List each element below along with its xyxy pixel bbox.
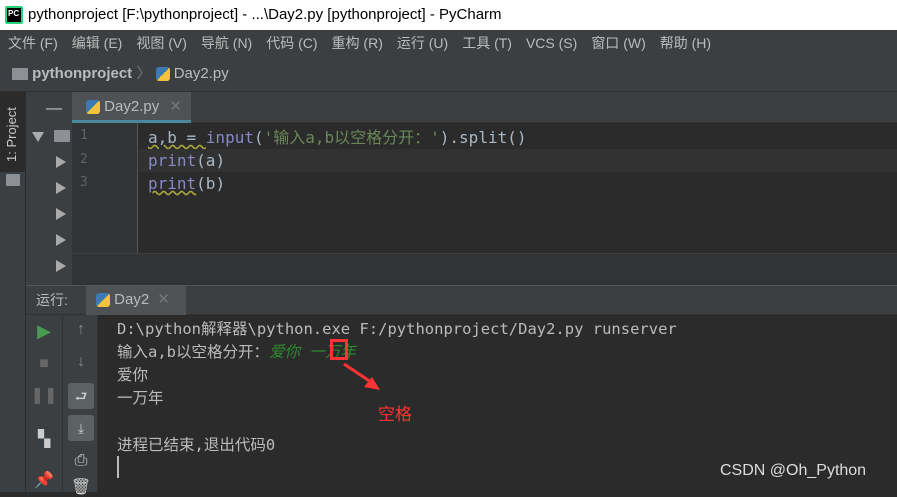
expand-arrow-icon[interactable]	[32, 132, 44, 142]
pycharm-logo-icon: PC	[5, 6, 23, 24]
code-line-1: a,b = input('输入a,b以空格分开：').split()	[148, 128, 527, 147]
folder-icon	[12, 68, 28, 81]
project-panel: —	[26, 92, 72, 285]
menu-tools[interactable]: 工具 (T)	[462, 30, 512, 57]
menu-refactor[interactable]: 重构 (R)	[332, 30, 383, 57]
menu-bar: 文件 (F) 编辑 (E) 视图 (V) 导航 (N) 代码 (C) 重构 (R…	[0, 30, 897, 57]
breadcrumb-file[interactable]: Day2.py	[174, 65, 229, 82]
editor-bottom	[72, 253, 897, 285]
tree-arrow-icon[interactable]	[56, 260, 66, 272]
code-line-2: print(a)	[148, 151, 226, 170]
menu-window[interactable]: 窗口 (W)	[591, 30, 645, 57]
tab-day2-py[interactable]: Day2.py ✕	[72, 92, 191, 123]
console-prompt-line: 输入a,b以空格分开：爱你 一万年	[117, 343, 356, 361]
console-exit-message: 进程已结束,退出代码0	[117, 436, 276, 454]
stop-icon[interactable]: ■	[26, 355, 62, 373]
menu-navigate[interactable]: 导航 (N)	[201, 30, 252, 57]
project-tool-button[interactable]: 1: Project	[0, 92, 26, 186]
down-arrow-icon[interactable]: ↓	[63, 353, 99, 371]
breadcrumb-project[interactable]: pythonproject	[32, 65, 132, 82]
trash-icon[interactable]: 🗑	[63, 477, 99, 497]
menu-vcs[interactable]: VCS (S)	[526, 30, 577, 57]
menu-help[interactable]: 帮助 (H)	[660, 30, 711, 57]
menu-view[interactable]: 视图 (V)	[136, 30, 187, 57]
line-number: 2	[80, 152, 88, 167]
annotation-arrow-icon	[343, 362, 380, 390]
code-editor[interactable]: a,b = input('输入a,b以空格分开：').split()	[139, 123, 897, 253]
breadcrumb: pythonproject 〉 Day2.py	[0, 57, 897, 92]
close-icon[interactable]: ✕	[157, 291, 170, 308]
run-toolbar-right: ↑ ↓ ⮐ ⤓ ⎙ 🗑	[62, 315, 99, 496]
python-file-icon	[86, 100, 100, 115]
tree-arrow-icon[interactable]	[56, 182, 66, 194]
run-tab-day2[interactable]: Day2 ✕	[86, 286, 186, 315]
console-output: 一万年	[117, 389, 164, 407]
annotation-box	[330, 339, 348, 360]
print-icon[interactable]: ⎙	[63, 452, 99, 470]
console-command: D:\python解释器\python.exe F:/pythonproject…	[117, 320, 677, 338]
menu-edit[interactable]: 编辑 (E)	[72, 30, 123, 57]
line-number: 1	[80, 128, 88, 143]
tree-arrow-icon[interactable]	[56, 156, 66, 168]
watermark: CSDN @Oh_Python	[720, 462, 867, 479]
layout-icon[interactable]: ▚	[26, 429, 62, 449]
pause-icon[interactable]: ❚❚	[26, 385, 62, 405]
folder-icon	[54, 130, 70, 142]
menu-file[interactable]: 文件 (F)	[8, 30, 58, 57]
tree-arrow-icon[interactable]	[56, 234, 66, 246]
close-icon[interactable]: ✕	[169, 98, 182, 115]
run-label: 运行:	[36, 292, 68, 308]
line-gutter: 1 2 3	[72, 123, 138, 253]
tree-arrow-icon[interactable]	[56, 208, 66, 220]
python-icon	[96, 293, 110, 308]
collapse-icon[interactable]: —	[46, 100, 62, 118]
scroll-to-end-icon[interactable]: ⤓	[68, 415, 94, 441]
run-toolbar-left: ▶ ■ ❚❚ ▚ 📌	[26, 315, 62, 492]
window-title: pythonproject [F:\pythonproject] - ...\D…	[0, 0, 897, 30]
up-arrow-icon[interactable]: ↑	[63, 321, 99, 339]
chevron-right-icon: 〉	[136, 65, 152, 82]
soft-wrap-icon[interactable]: ⮐	[68, 383, 94, 409]
run-panel-header: 运行: Day2 ✕	[26, 285, 897, 315]
menu-code[interactable]: 代码 (C)	[266, 30, 317, 57]
editor-tabs: Day2.py ✕	[72, 92, 897, 123]
line-number: 3	[80, 175, 88, 190]
current-line-highlight: print(a)	[139, 149, 897, 172]
pin-icon[interactable]: 📌	[26, 470, 62, 490]
annotation-label: 空格	[378, 405, 412, 424]
python-file-icon	[155, 67, 170, 82]
text-cursor	[117, 456, 119, 478]
folder-icon	[6, 174, 20, 186]
rerun-icon[interactable]: ▶	[26, 321, 62, 342]
console-output: 爱你	[117, 366, 149, 384]
menu-run[interactable]: 运行 (U)	[397, 30, 448, 57]
code-line-3: print(b)	[148, 174, 226, 193]
